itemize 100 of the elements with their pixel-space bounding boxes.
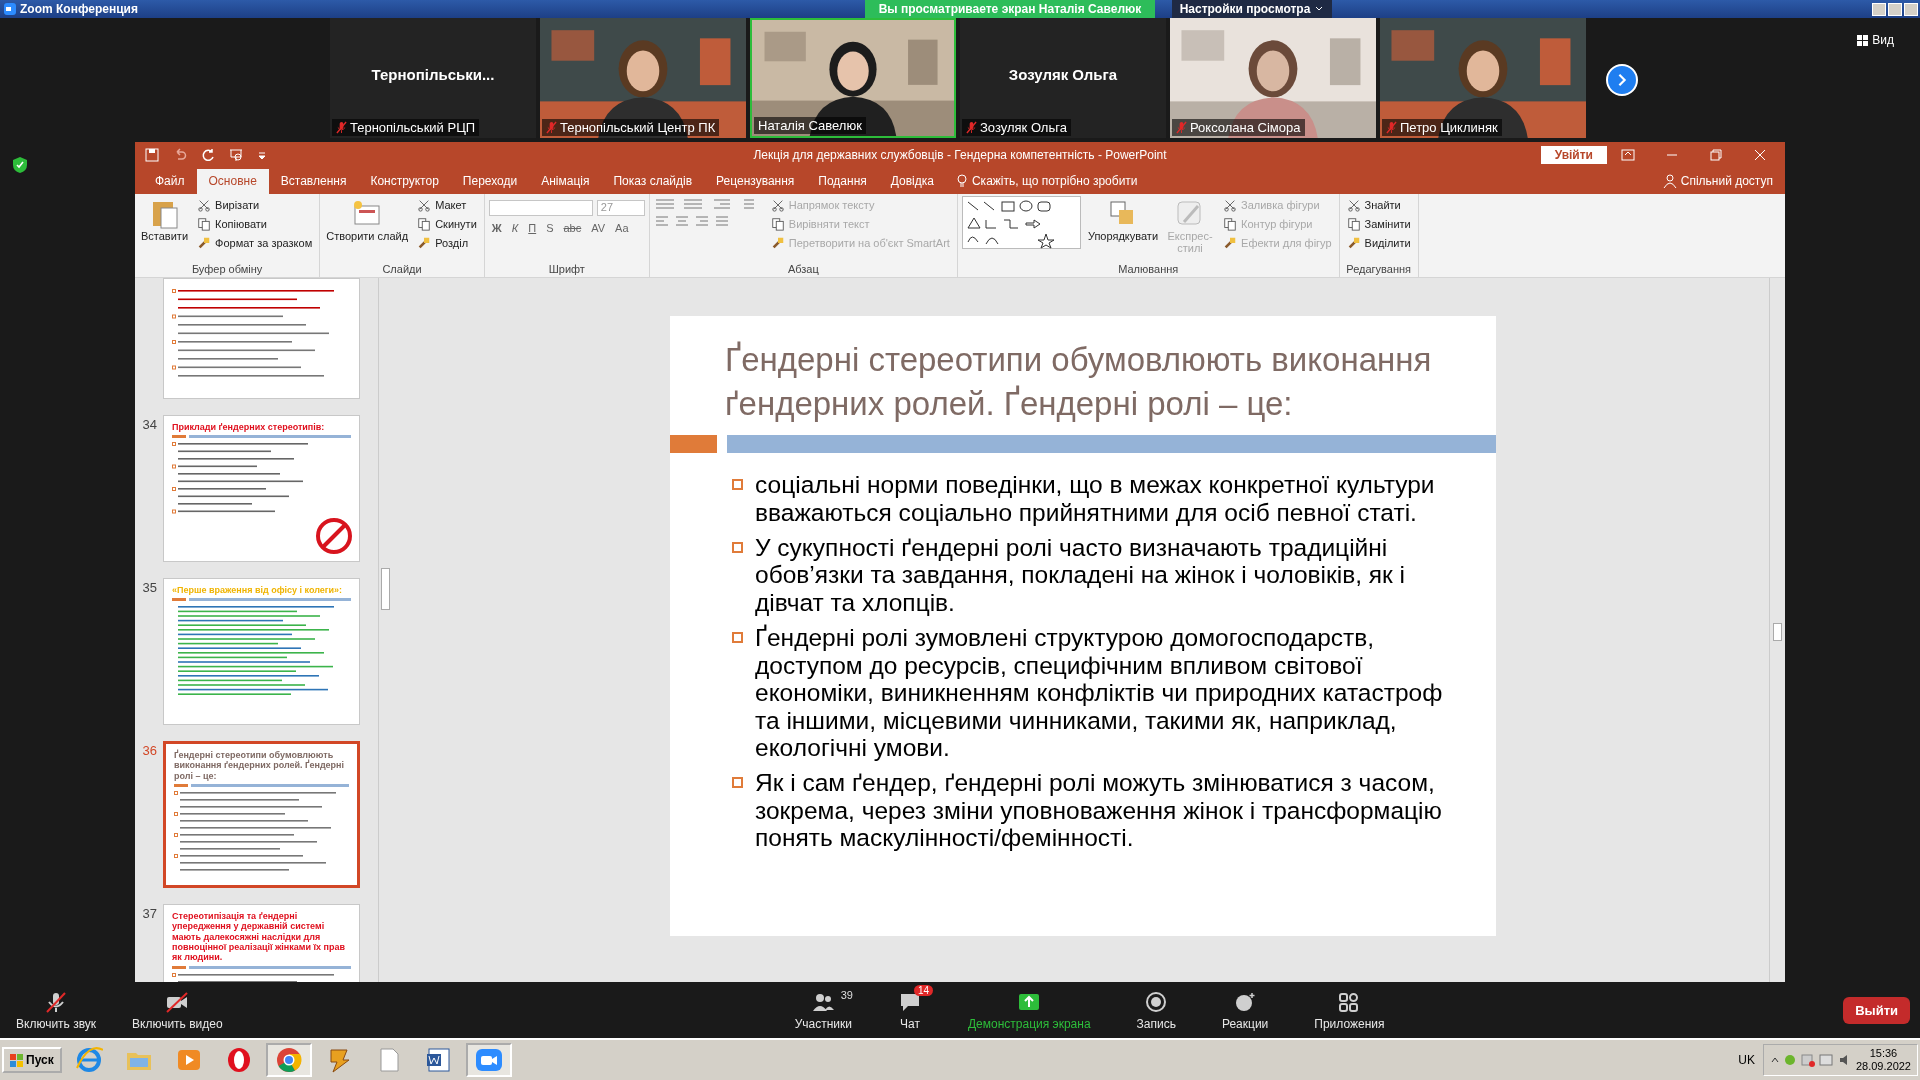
arrange-button[interactable]: Упорядкувати [1085,196,1161,263]
video-tile[interactable]: Роксолана Сімора [1170,18,1376,138]
toolbar-button[interactable]: Приложения [1298,985,1401,1035]
word-icon [424,1046,453,1074]
ribbon-command[interactable]: Формат за зразком [194,234,316,252]
muted-mic-icon [44,991,68,1013]
close-button[interactable] [1904,2,1918,16]
video-tile[interactable]: Тернопільський Центр ПК [540,18,746,138]
font-size-field[interactable]: 27 [596,200,645,216]
toolbar-button[interactable]: Реакции [1205,985,1285,1035]
video-off-icon [165,991,190,1013]
format-button[interactable]: S [543,221,557,235]
command-icon [770,217,785,231]
next-page-button[interactable] [1606,64,1638,96]
command-icon [770,236,785,250]
muted-mic-icon [1176,121,1187,134]
slide-thumbnail[interactable]: Стереотипізація та ґендерні упередження у державній системі мають далекосяжні наслідки для повноцінної реалізації жінками їх прав як людини. [163,904,360,982]
accent-bar [172,598,186,602]
video-tile[interactable]: Наталія Савелюк [750,18,956,138]
video-tile[interactable]: Зозуляк Ольга Зозуляк Ольга [960,18,1166,138]
ribbon-command[interactable]: Вирізати [194,196,316,214]
thumbnail-title: Ґендерні стереотипи обумовлюють виконання ґендерних ролей. Ґендерні ролі – це: [174,750,346,782]
group-label: Редагування [1345,263,1413,277]
ribbon-display-icon [1621,148,1635,162]
format-button[interactable]: AV [588,221,609,235]
redo-icon [201,148,215,162]
ribbon-tab[interactable]: Анімація [529,169,602,194]
slideshow-icon [229,148,243,162]
command-icon [1223,217,1238,231]
format-button[interactable]: П [525,221,540,235]
smiley-icon [1233,991,1258,1013]
customize-icon [257,150,267,160]
scrollbar-thumb[interactable] [1773,623,1782,641]
ribbon-tab[interactable]: Вставлення [268,169,359,194]
ribbon-tab[interactable]: Переходи [450,169,530,194]
thumbnail-title: Приклади ґендерних стереотипів: [172,422,326,433]
maximize-button[interactable] [1888,2,1902,16]
ribbon-tab[interactable]: Основне [196,169,269,194]
new-slide-button[interactable]: Створити слайд [324,196,411,263]
ribbon-command[interactable]: Розділ [414,234,480,252]
people-icon [811,991,836,1013]
accent-bar [174,784,188,788]
ribbon-command[interactable]: Виділити [1343,234,1414,252]
view-button[interactable]: Вид [1851,32,1900,48]
toolbar-button[interactable]: Чат 14 [881,985,938,1035]
sign-in-button[interactable]: Увійти [1540,146,1607,164]
ribbon-command[interactable]: Скинути [414,215,480,233]
close-icon [1753,148,1767,162]
participant-label: Петро Циклиняк [1382,119,1502,136]
ribbon-tab[interactable]: Довідка [878,169,946,194]
ribbon-command[interactable]: Макет [414,196,480,214]
command-icon [1346,217,1361,231]
muted-mic-icon [336,121,347,134]
language-indicator[interactable]: UK [1738,1053,1755,1067]
bullet-text: Ґендерні ролі зумовлені структурою домогосподарств, доступом до ресурсів, специфічним впливом світової економіки, виникненням конфліктів чи природних катастроф та іншими, місцевими чинниками, такими як, наприклад, екологічні умови. [755,624,1444,762]
bullet-text: соціальні норми поведінки, що в межах конкретної культури вважаються соціально прийнятними для осіб певної статі. [755,471,1436,526]
muted-mic-icon [546,121,557,134]
toolbar-button[interactable]: Запись [1120,985,1192,1035]
toolbar-button[interactable]: Включить видео [116,985,239,1035]
minimize-button[interactable] [1872,2,1886,16]
ribbon-command[interactable]: Знайти [1343,196,1414,214]
paste-button[interactable]: Вставити [139,196,191,263]
ribbon-command[interactable]: Копіювати [194,215,316,233]
view-settings-button[interactable]: Настройки просмотра [1172,0,1332,18]
toolbar-button[interactable]: Демонстрация экрана [951,985,1107,1035]
format-button[interactable]: Aa [612,221,632,235]
leave-button[interactable]: Выйти [1843,996,1910,1024]
toolbar-button[interactable]: Участники 39 [778,985,868,1035]
ribbon-command[interactable]: Замінити [1343,215,1414,233]
slide-thumbnail[interactable]: Ґендерні стереотипи обумовлюють виконання ґендерних ролей. Ґендерні ролі – це: [163,741,360,888]
restore-icon [1709,148,1723,162]
start-button[interactable]: Пуск [2,1047,62,1073]
group-label: Абзац [786,263,820,277]
format-button[interactable]: К [508,221,522,235]
group-label: Буфер обміну [190,263,264,277]
undo-icon [173,148,187,162]
ribbon-tab[interactable]: Показ слайдів [601,169,705,194]
toolbar-button[interactable]: Включить звук [0,985,113,1035]
screen-share-banner: Вы просматриваете экран Наталія Савелюк [865,0,1155,18]
tell-me-field[interactable]: Скажіть, що потрібно зробити [945,169,1148,194]
slide-thumbnail[interactable]: Приклади ґендерних стереотипів: [163,415,360,562]
window-title: Zoom Конференция [20,2,138,16]
ribbon-tab[interactable]: Рецензування [704,169,807,194]
ribbon-tab[interactable]: Конструктор [358,169,451,194]
font-name-field[interactable] [488,200,593,216]
ribbon-tab[interactable]: Подання [806,169,879,194]
ribbon-tab[interactable]: Файл [143,169,197,194]
command-icon [417,236,432,250]
group-label: Малювання [1117,263,1180,277]
scrollbar-thumb[interactable] [381,568,390,610]
share-button[interactable]: Спільний доступ [1650,174,1785,194]
video-tile[interactable]: Петро Циклиняк [1380,18,1586,138]
slide-thumbnail[interactable] [163,278,360,399]
bullet-text: Як і сам ґендер, ґендерні ролі можуть змінюватися з часом, зокрема, через зміни уповноваження жінок і трансформацію понять маскулінності/фемінності. [755,769,1443,852]
command-icon [1346,198,1361,212]
taskbar-button[interactable] [465,1043,512,1077]
format-button[interactable]: Ж [488,221,505,235]
taskbar-button[interactable] [265,1043,312,1077]
format-button[interactable]: abc [560,221,585,235]
video-tile[interactable]: Тернопільськи... Тернопільський РЦП [330,18,536,138]
